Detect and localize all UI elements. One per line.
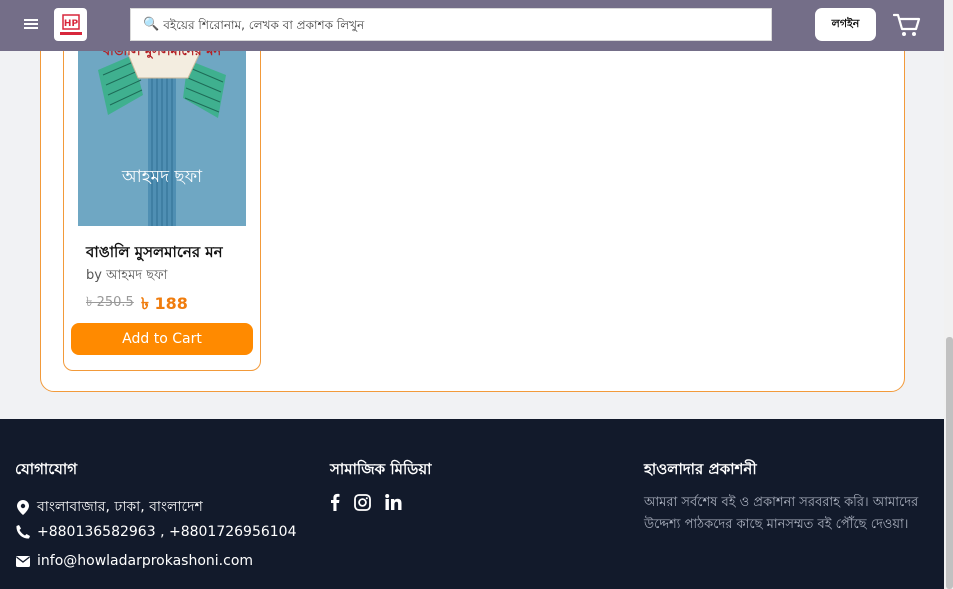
original-price: ৳ 250.5 (86, 295, 134, 310)
contact-address: বাংলাবাজার, ঢাকা, বাংলাদেশ (15, 495, 203, 519)
top-navbar: HP 🔍 লগইন (0, 0, 944, 51)
contact-email: info@howladarprokashoni.com (15, 553, 253, 569)
about-heading: হাওলাদার প্রকাশনী (644, 460, 757, 478)
location-pin-icon (15, 499, 31, 515)
about-text: আমরা সর্বশেষ বই ও প্রকাশনা সরবরাহ করি। আ… (644, 495, 919, 532)
hamburger-menu-icon[interactable] (22, 16, 40, 34)
search-bar[interactable]: 🔍 (130, 8, 772, 41)
social-heading: সামাজিক মিডিয়া (330, 460, 432, 478)
site-logo[interactable]: HP (54, 8, 87, 41)
facebook-icon[interactable] (330, 493, 340, 511)
search-input[interactable] (163, 17, 744, 32)
add-to-cart-button[interactable]: Add to Cart (71, 323, 253, 355)
page-scrollbar-thumb[interactable] (946, 337, 953, 589)
book-title[interactable]: বাঙালি মুসলমানের মন (86, 241, 223, 266)
contact-phone: +880136582963 , +8801726956104 (15, 524, 297, 540)
search-icon: 🔍 (143, 17, 160, 32)
email-text[interactable]: info@howladarprokashoni.com (37, 553, 253, 569)
site-footer: যোগাযোগ বাংলাবাজার, ঢাকা, বাংলাদেশ +8801… (0, 419, 944, 589)
social-links (330, 493, 402, 511)
phone-text[interactable]: +880136582963 , +8801726956104 (37, 524, 297, 540)
contact-heading: যোগাযোগ (15, 460, 78, 478)
login-button[interactable]: লগইন (815, 8, 876, 41)
shopping-cart-icon[interactable] (892, 12, 921, 38)
instagram-icon[interactable] (354, 493, 371, 511)
phone-icon (15, 525, 31, 539)
linkedin-icon[interactable] (385, 494, 402, 510)
cover-author-text: আহমদ ছফা (121, 167, 203, 187)
email-icon (15, 555, 31, 567)
svg-text:HP: HP (63, 19, 78, 29)
discount-price: ৳ 188 (141, 294, 188, 313)
book-author: by আহমদ ছফা (86, 268, 168, 283)
address-text: বাংলাবাজার, ঢাকা, বাংলাদেশ (37, 499, 203, 515)
